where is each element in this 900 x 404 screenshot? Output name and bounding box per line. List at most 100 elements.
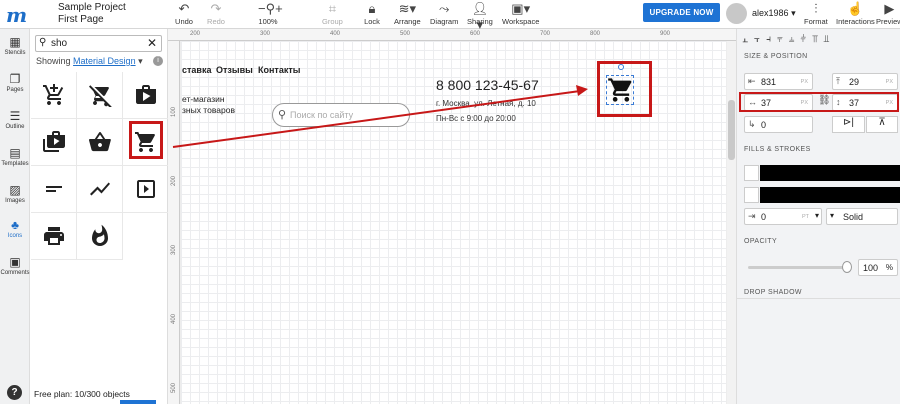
arrange-button[interactable]: ≋▾ Arrange	[394, 1, 421, 26]
group-button[interactable]: ⌗ Group	[322, 1, 343, 26]
username-menu[interactable]: alex1986 ▾	[752, 8, 796, 19]
templates-icon: ▤	[9, 146, 21, 160]
chevron-down-icon: ▾	[138, 56, 143, 66]
align-toolbar[interactable]: ⫠⫟⫞⫧⫨⫩⫪⫫	[742, 34, 835, 45]
redo-button[interactable]: ↷ Redo	[206, 1, 226, 26]
format-icon: ⫶	[814, 1, 818, 16]
images-icon: ▨	[9, 183, 21, 197]
opacity-slider-knob[interactable]	[842, 261, 852, 273]
opacity-slider[interactable]	[748, 266, 848, 269]
chevron-down-icon: ▾	[791, 8, 796, 18]
flip-vertical-button[interactable]: ⊼	[866, 116, 898, 133]
outline-icon: ☰	[9, 109, 21, 123]
fills-strokes-header: FILLS & STROKES	[744, 146, 811, 153]
chevron-down-icon: ▾	[814, 211, 819, 220]
interactions-icon: ☝	[847, 1, 864, 16]
interactions-tab[interactable]: ☝ Interactions	[836, 1, 875, 26]
rail-images[interactable]: ▨ Images	[0, 183, 30, 204]
vertical-scrollbar[interactable]	[727, 41, 736, 404]
divider	[736, 298, 900, 299]
shop-icon[interactable]	[123, 72, 169, 119]
print-icon[interactable]	[31, 213, 77, 260]
close-icon[interactable]: ✕	[147, 36, 157, 50]
rail-outline[interactable]: ☰ Outline	[0, 109, 30, 130]
stroke-icon[interactable]	[744, 187, 759, 203]
rail-comments[interactable]: ▣ Comments	[0, 255, 30, 276]
y-position-icon: ⤒	[836, 76, 840, 86]
stroke-style-select[interactable]: ▾ Solid	[826, 208, 898, 225]
flip-horizontal-button[interactable]: ⊳|	[832, 116, 865, 133]
pages-icon: ❐	[9, 72, 21, 86]
username: alex1986	[752, 8, 789, 18]
x-field[interactable]: ⇤ 831 PX	[744, 73, 813, 90]
undo-button[interactable]: ↶ Undo	[174, 1, 194, 26]
redo-icon: ↷	[210, 1, 222, 16]
free-plan-status: Free plan: 10/300 objects	[34, 389, 130, 399]
rotation-icon: ↳	[748, 119, 756, 129]
short-text-icon[interactable]	[31, 166, 77, 213]
workspace-button[interactable]: ▣▾ Workspace	[502, 1, 539, 26]
diagram-icon: ⤳	[438, 1, 450, 16]
lock-icon: 🔒︎	[368, 1, 376, 16]
rail-stencils[interactable]: ▦ Stencils	[0, 35, 30, 56]
rotation-field[interactable]: ↳ 0	[744, 116, 813, 133]
icon-search-input[interactable]: ⚲ sho ✕	[35, 35, 162, 52]
upgrade-button[interactable]: UPGRADE NOW	[643, 3, 720, 22]
free-plan-progress	[120, 400, 156, 404]
flip-vertical-icon: ⊼	[878, 117, 886, 128]
highlight-shopping-cart-icon	[129, 121, 163, 159]
chevron-down-icon: ▾	[830, 211, 835, 220]
zoom-control[interactable]: −⚲+ 100%	[258, 1, 283, 26]
x-position-icon: ⇤	[748, 76, 756, 86]
sharing-icon: 👤︎▾	[471, 1, 489, 32]
project-name: Sample Project	[58, 2, 126, 13]
slideshow-icon[interactable]	[123, 166, 169, 213]
highlight-selected-cart	[597, 61, 652, 117]
format-tab[interactable]: ⫶ Format	[804, 1, 828, 26]
stroke-color-swatch[interactable]	[760, 187, 900, 203]
highlight-size-fields	[739, 92, 899, 112]
page-name: First Page	[58, 14, 104, 25]
opacity-field[interactable]: 100%	[858, 259, 898, 276]
icon-set-link[interactable]: Material Design	[73, 56, 136, 66]
search-icon: ⚲	[39, 37, 47, 48]
stroke-width-field[interactable]: ⇥ 0 PT ▾	[744, 208, 822, 225]
whatshot-icon[interactable]	[77, 213, 123, 260]
shopping-basket-icon[interactable]	[77, 119, 123, 166]
drop-shadow-header[interactable]: DROP SHADOW	[744, 289, 802, 296]
scrollbar-thumb[interactable]	[728, 100, 735, 160]
project-info[interactable]: Sample Project First Page	[58, 2, 126, 26]
opacity-header: OPACITY	[744, 238, 778, 245]
app-logo[interactable]: m	[6, 4, 28, 26]
icon-set-selector[interactable]: Showing Material Design ▾	[36, 56, 143, 67]
zoom-icon: −⚲+	[258, 1, 283, 16]
fill-icon[interactable]	[744, 165, 759, 181]
fill-color-swatch[interactable]	[760, 165, 900, 181]
info-icon[interactable]: i	[153, 56, 163, 66]
preview-tab[interactable]: ▶ Preview	[876, 1, 900, 26]
workspace-icon: ▣▾	[511, 1, 531, 16]
help-button[interactable]: ?	[7, 385, 22, 400]
rail-pages[interactable]: ❐ Pages	[0, 72, 30, 93]
add-shopping-cart-icon[interactable]	[31, 72, 77, 119]
undo-icon: ↶	[178, 1, 190, 16]
remove-shopping-cart-icon[interactable]	[77, 72, 123, 119]
size-position-header: SIZE & POSITION	[744, 53, 808, 60]
lock-button[interactable]: 🔒︎ Lock	[362, 1, 382, 26]
flip-horizontal-icon: ⊳|	[843, 117, 854, 128]
stencils-icon: ▦	[9, 35, 21, 49]
layers-icon: ≋▾	[398, 1, 417, 16]
show-chart-icon[interactable]	[77, 166, 123, 213]
group-icon: ⌗	[328, 1, 337, 16]
shop-two-icon[interactable]	[31, 119, 77, 166]
comments-icon: ▣	[9, 255, 21, 269]
sharing-button[interactable]: 👤︎▾ Sharing	[467, 1, 493, 32]
rail-icons[interactable]: ♣ Icons	[0, 218, 30, 239]
stroke-width-icon: ⇥	[748, 211, 756, 221]
club-icon: ♣	[11, 218, 19, 232]
y-field[interactable]: ⤒ 29 PX	[832, 73, 898, 90]
rail-templates[interactable]: ▤ Templates	[0, 146, 30, 167]
avatar[interactable]	[726, 3, 747, 24]
icon-grid	[31, 72, 169, 260]
diagram-button[interactable]: ⤳ Diagram	[430, 1, 458, 26]
